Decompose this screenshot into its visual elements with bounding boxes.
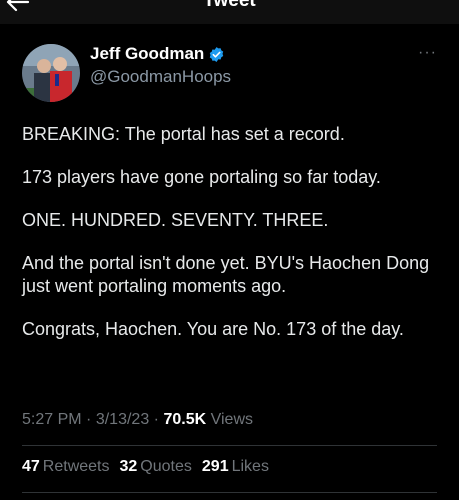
- meta-separator: ·: [153, 411, 164, 428]
- retweets-count: 47: [22, 458, 40, 475]
- quotes-stat[interactable]: 32 Quotes: [120, 458, 192, 476]
- tweet-paragraph: BREAKING: The portal has set a record.: [22, 124, 345, 144]
- likes-count: 291: [201, 458, 229, 475]
- tweet-stats: 47 Retweets 32 Quotes 291 Likes: [22, 458, 269, 476]
- retweets-label: Retweets: [42, 458, 110, 475]
- retweets-stat[interactable]: 47 Retweets: [22, 458, 110, 476]
- meta-separator: ·: [86, 411, 96, 428]
- views-label: Views: [210, 411, 253, 428]
- author-handle[interactable]: @GoodmanHoops: [90, 67, 231, 87]
- likes-stat[interactable]: 291 Likes: [202, 458, 269, 476]
- tweet-paragraph: And the portal isn't done yet. BYU's Hao…: [22, 253, 430, 296]
- more-options-icon[interactable]: ···: [418, 44, 437, 62]
- avatar[interactable]: [22, 44, 80, 102]
- author-name-row[interactable]: Jeff Goodman: [90, 44, 225, 64]
- tweet-meta: 5:27 PM · 3/13/23 · 70.5K Views: [22, 411, 253, 429]
- top-bar: Tweet: [0, 0, 459, 24]
- tweet-date[interactable]: 3/13/23: [96, 411, 149, 428]
- author-name[interactable]: Jeff Goodman: [90, 44, 204, 64]
- verified-badge-icon: [210, 46, 224, 62]
- tweet-text: BREAKING: The portal has set a record. 1…: [22, 123, 442, 361]
- tweet-time[interactable]: 5:27 PM: [22, 411, 82, 428]
- tweet-paragraph: 173 players have gone portaling so far t…: [22, 167, 381, 187]
- divider: [22, 492, 437, 493]
- page-title: Tweet: [203, 0, 256, 11]
- quotes-count: 32: [119, 458, 138, 475]
- views-count: 70.5K: [163, 411, 207, 428]
- quotes-label: Quotes: [140, 458, 192, 475]
- likes-label: Likes: [231, 458, 269, 475]
- divider: [22, 445, 437, 446]
- tweet-paragraph: Congrats, Haochen. You are No. 173 of th…: [22, 319, 404, 339]
- tweet-paragraph: ONE. HUNDRED. SEVENTY. THREE.: [22, 210, 329, 230]
